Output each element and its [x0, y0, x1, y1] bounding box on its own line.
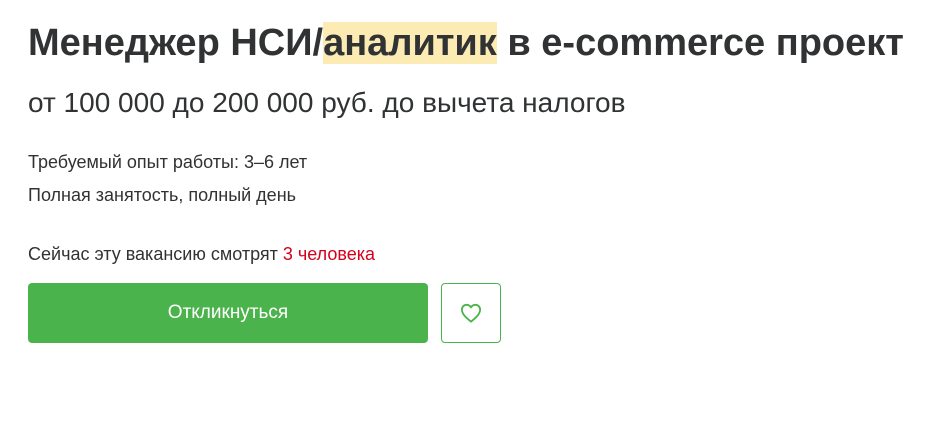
vacancy-title: Менеджер НСИ/аналитик в e-commerce проек…	[28, 20, 928, 66]
respond-button[interactable]: Откликнуться	[28, 283, 428, 343]
vacancy-title-prefix: Менеджер НСИ/	[28, 22, 324, 64]
vacancy-meta: Требуемый опыт работы: 3–6 лет Полная за…	[28, 146, 928, 212]
vacancy-title-suffix: в e-commerce проект	[496, 22, 904, 64]
favorite-button[interactable]	[441, 283, 501, 343]
vacancy-header: Менеджер НСИ/аналитик в e-commerce проек…	[28, 20, 928, 343]
vacancy-salary: от 100 000 до 200 000 руб. до вычета нал…	[28, 87, 626, 118]
watchers-count: 3 человека	[282, 244, 376, 264]
vacancy-employment: Полная занятость, полный день	[28, 185, 297, 205]
vacancy-experience: Требуемый опыт работы: 3–6 лет	[28, 152, 308, 172]
vacancy-watchers: Сейчас эту вакансию смотрят 3 человека	[28, 242, 928, 266]
vacancy-title-highlight: аналитик	[323, 22, 497, 64]
watchers-text: Сейчас эту вакансию смотрят	[28, 244, 283, 264]
heart-icon	[460, 303, 482, 323]
respond-button-label: Откликнуться	[167, 302, 289, 323]
vacancy-actions: Откликнуться	[28, 283, 928, 343]
